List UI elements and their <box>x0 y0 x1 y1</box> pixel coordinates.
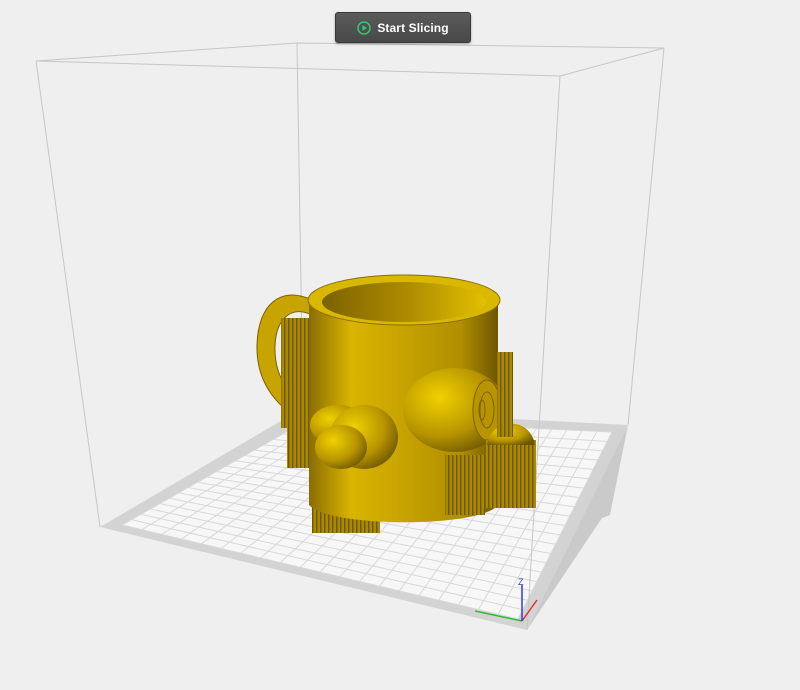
support-right <box>486 440 536 508</box>
3d-viewport[interactable]: Z <box>0 0 800 690</box>
support-right-edge <box>497 352 513 437</box>
z-axis-label: Z <box>518 577 524 587</box>
support-right-front <box>445 455 485 515</box>
start-slicing-button[interactable]: Start Slicing <box>335 12 471 43</box>
mug-decoration-left <box>310 405 398 469</box>
handle-support <box>281 318 309 428</box>
mug-opening <box>322 282 486 322</box>
play-circle-icon <box>357 20 372 35</box>
start-slicing-label: Start Slicing <box>377 20 449 35</box>
